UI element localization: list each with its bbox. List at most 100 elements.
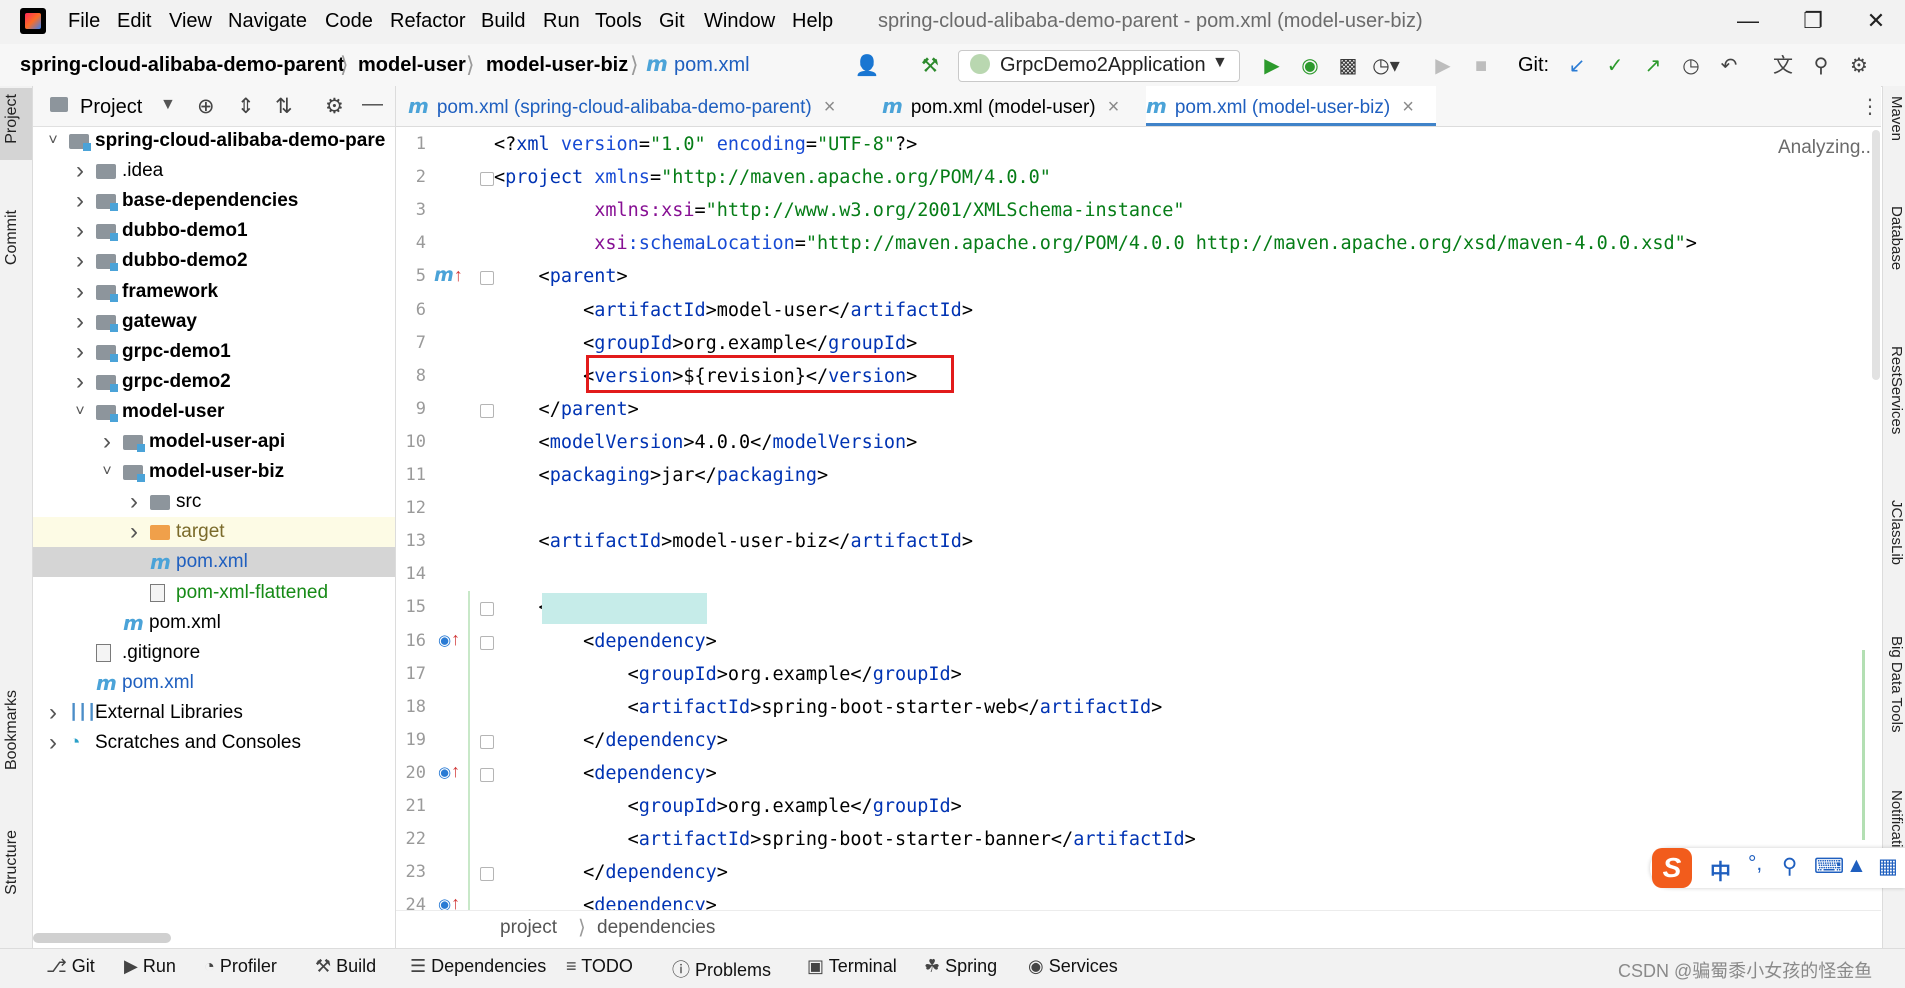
chevron-down-icon[interactable]: ˅ [72, 397, 88, 427]
bottom-tool-run[interactable]: ▶ Run [124, 956, 176, 977]
fold-marker-icon[interactable] [480, 403, 494, 418]
tree-item[interactable]: ˅ model-user-biz [33, 457, 395, 487]
keyboard-icon[interactable]: ⌨ [1814, 854, 1844, 879]
chevron-right-icon[interactable]: › [72, 307, 88, 337]
code-line[interactable]: xmlns:xsi="http://www.w3.org/2001/XMLSch… [494, 194, 1184, 227]
tree-item[interactable]: › gateway [33, 307, 395, 337]
code-line[interactable]: <artifactId>spring-boot-starter-web</art… [494, 691, 1163, 724]
menu-refactor[interactable]: Refactor [390, 10, 466, 33]
chevron-right-icon[interactable]: › [72, 246, 88, 276]
close-tab-icon[interactable]: × [1108, 96, 1120, 118]
chevron-down-icon[interactable]: ˅ [99, 457, 115, 487]
bottom-tool-spring[interactable]: ☘ Spring [924, 956, 997, 977]
editor-crumb-dependencies[interactable]: dependencies [597, 917, 715, 939]
vertical-scrollbar[interactable] [1872, 130, 1880, 380]
right-tab-big-data-tools[interactable]: Big Data Tools [1883, 636, 1905, 756]
search-icon[interactable]: ⚲ [1806, 52, 1836, 80]
bottom-tool-git[interactable]: ⎇ Git [46, 956, 95, 977]
minimize-icon[interactable]: — [1730, 6, 1766, 36]
menu-window[interactable]: Window [704, 10, 775, 33]
override-gutter-icon[interactable]: ◉↑ [438, 629, 460, 651]
menu-view[interactable]: View [169, 10, 212, 33]
close-tab-icon[interactable]: × [824, 96, 836, 118]
chevron-right-icon[interactable]: › [126, 517, 142, 547]
bottom-tool-todo[interactable]: ≡ TODO [566, 956, 633, 977]
tree-item[interactable]: › grpc-demo2 [33, 367, 395, 397]
microphone-icon[interactable]: ⚲ [1782, 854, 1797, 879]
chevron-right-icon[interactable]: › [99, 427, 115, 457]
left-tab-project[interactable]: Project [3, 94, 29, 144]
tree-item[interactable]: › grpc-demo1 [33, 337, 395, 367]
tree-item[interactable]: ˅ model-user [33, 397, 395, 427]
profile-icon[interactable]: ◷▾ [1371, 52, 1401, 80]
code-line[interactable]: <project xmlns="http://maven.apache.org/… [494, 161, 1051, 194]
chevron-down-icon[interactable]: ▼ [160, 96, 176, 114]
right-tab-maven[interactable]: Maven [1883, 96, 1905, 216]
tree-item[interactable]: m pom.xml [33, 608, 395, 638]
breadcrumb-submodule[interactable]: model-user-biz [486, 54, 628, 77]
debug-icon[interactable]: ◉ [1295, 52, 1325, 80]
tree-item[interactable]: › base-dependencies [33, 186, 395, 216]
code-line[interactable]: </dependency> [494, 724, 728, 757]
right-tab-restservices[interactable]: RestServices [1883, 346, 1905, 466]
fold-marker-icon[interactable] [480, 602, 494, 617]
close-icon[interactable]: ✕ [1858, 6, 1894, 36]
hide-panel-icon[interactable]: — [362, 92, 383, 116]
toolbox-icon[interactable]: ▦ [1878, 854, 1898, 879]
chevron-right-icon[interactable]: › [72, 186, 88, 216]
tree-item[interactable]: › model-user-api [33, 427, 395, 457]
chevron-down-icon[interactable]: ˅ [45, 126, 61, 156]
tree-item[interactable]: ˅ spring-cloud-alibaba-demo-pare [33, 126, 395, 156]
fold-marker-icon[interactable] [480, 734, 494, 749]
horizontal-scrollbar[interactable] [33, 933, 171, 943]
fold-marker-icon[interactable] [480, 767, 494, 782]
chevron-right-icon[interactable]: › [72, 156, 88, 186]
coverage-icon[interactable]: ▩ [1333, 52, 1363, 80]
bottom-tool-terminal[interactable]: ▣ Terminal [807, 956, 897, 977]
tree-item[interactable]: › src [33, 487, 395, 517]
menu-file[interactable]: File [68, 10, 100, 33]
bottom-tool-problems[interactable]: ⓘ Problems [672, 956, 771, 982]
tree-item[interactable]: m pom.xml [33, 668, 395, 698]
user-icon[interactable]: 👤▾ [852, 52, 882, 105]
bottom-tool-build[interactable]: ⚒ Build [315, 956, 376, 977]
chevron-right-icon[interactable]: › [72, 367, 88, 397]
fold-marker-icon[interactable] [480, 172, 494, 187]
bottom-tool-profiler[interactable]: ◔ Profiler [204, 956, 277, 977]
settings-gear-icon[interactable]: ⚙ [325, 94, 344, 119]
editor-tab[interactable]: m pom.xml (model-user-biz) × [1146, 86, 1436, 126]
tree-item[interactable]: m pom.xml [33, 547, 395, 578]
git-push-icon[interactable]: ↗ [1638, 52, 1668, 80]
chevron-right-icon[interactable]: › [45, 698, 61, 728]
chevron-right-icon[interactable]: › [45, 728, 61, 758]
maximize-icon[interactable]: ❐ [1795, 6, 1831, 36]
rollback-icon[interactable]: ↶ [1714, 52, 1744, 80]
editor-tab[interactable]: m pom.xml (spring-cloud-alibaba-demo-pare… [408, 86, 882, 126]
right-tab-database[interactable]: Database [1883, 206, 1905, 326]
maven-parent-gutter-icon[interactable]: m↑ [434, 264, 463, 287]
breadcrumb-root[interactable]: spring-cloud-alibaba-demo-parent [20, 54, 344, 77]
menu-code[interactable]: Code [325, 10, 373, 33]
override-gutter-icon[interactable]: ◉↑ [438, 761, 460, 783]
chevron-right-icon[interactable]: › [72, 337, 88, 367]
left-tab-structure[interactable]: Structure [3, 830, 29, 895]
settings-gear-icon[interactable]: ⚙ [1844, 52, 1874, 80]
breadcrumb-module[interactable]: model-user [358, 54, 466, 77]
menu-navigate[interactable]: Navigate [228, 10, 307, 33]
ime-mode-label[interactable]: 中 [1710, 856, 1731, 886]
code-line[interactable]: xsi:schemaLocation="http://maven.apache.… [494, 227, 1697, 260]
close-tab-icon[interactable]: × [1402, 96, 1414, 118]
expand-all-icon[interactable]: ⇕ [237, 94, 255, 119]
project-panel-title[interactable]: Project [80, 96, 142, 119]
code-line[interactable]: <parent> [494, 260, 628, 293]
chevron-right-icon[interactable]: › [72, 277, 88, 307]
editor-crumb-project[interactable]: project [500, 917, 557, 939]
tree-item[interactable]: › dubbo-demo1 [33, 216, 395, 246]
code-line[interactable]: <artifactId>model-user-biz</artifactId> [494, 525, 973, 558]
tree-item[interactable]: › .idea [33, 156, 395, 186]
run-icon[interactable]: ▶ [1257, 52, 1287, 80]
tree-item[interactable]: › target [33, 517, 395, 548]
tree-item[interactable]: pom-xml-flattened [33, 578, 395, 608]
git-update-icon[interactable]: ↙ [1562, 52, 1592, 80]
tree-item[interactable]: › ◔ Scratches and Consoles [33, 728, 395, 758]
